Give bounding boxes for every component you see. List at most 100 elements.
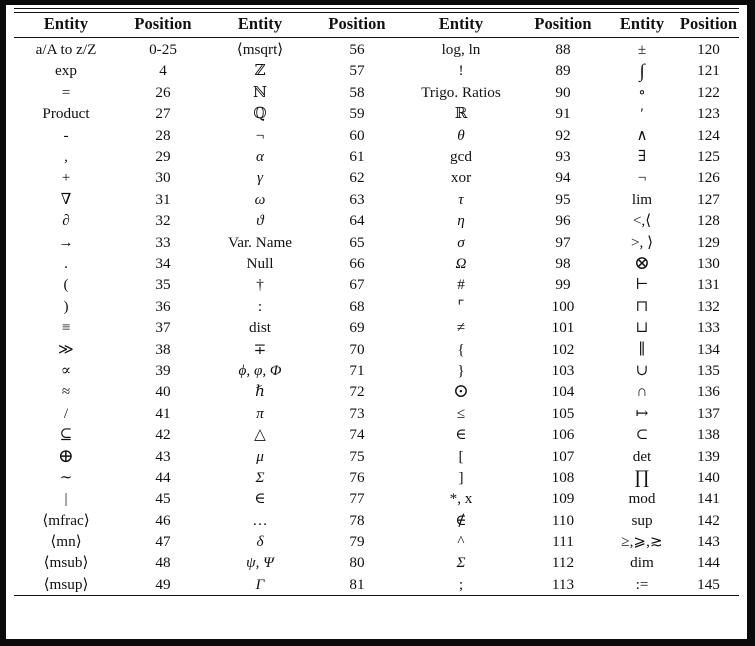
table-row: ⟨mfrac⟩ 46 … 78 ∉ 110 sup 142 bbox=[14, 510, 739, 531]
position-cell: 89 bbox=[555, 62, 571, 80]
entity-cell: <,⟨ bbox=[632, 212, 652, 230]
entity-cell: sup bbox=[631, 511, 653, 529]
entity-cell: ∩ bbox=[636, 383, 648, 401]
table-row: ⟨mn⟩ 47 δ 79 ^ 111 ≥,⩾,≳ 143 bbox=[14, 531, 739, 552]
position-cell: 68 bbox=[349, 297, 365, 315]
position-cell: 57 bbox=[349, 62, 365, 80]
entity-cell: ∝ bbox=[60, 361, 72, 379]
entity-cell: + bbox=[61, 169, 71, 187]
position-cell: 74 bbox=[349, 426, 365, 444]
position-cell: 67 bbox=[349, 276, 365, 294]
position-cell: 111 bbox=[552, 533, 574, 551]
column-header-position-2: Position bbox=[312, 12, 402, 38]
entity-cell: ⊗ bbox=[634, 253, 650, 275]
position-cell: 97 bbox=[555, 233, 571, 251]
column-header-entity-2: Entity bbox=[208, 12, 312, 38]
position-cell: 144 bbox=[697, 554, 720, 572]
position-cell: 120 bbox=[697, 41, 720, 59]
position-cell: 56 bbox=[349, 41, 365, 59]
entity-cell: := bbox=[606, 573, 678, 597]
entity-cell: △ bbox=[254, 426, 266, 444]
table-frame: Entity Position Entity Position Entity P… bbox=[6, 5, 747, 639]
table-body: a/A to z/Z 0-25 ⟨msqrt⟩ 56 log, ln 88 ±120 exp 4… bbox=[14, 38, 739, 597]
position-cell: 71 bbox=[349, 361, 365, 379]
position-cell: 45 bbox=[155, 490, 171, 508]
entity-cell: Var. Name bbox=[227, 233, 293, 251]
position-cell: 49 bbox=[118, 573, 208, 597]
entity-cell: ≡ bbox=[61, 319, 71, 337]
position-cell: 102 bbox=[551, 340, 575, 358]
position-cell: 29 bbox=[155, 148, 171, 166]
position-cell: 129 bbox=[697, 233, 720, 251]
entity-cell: ⊂ bbox=[635, 426, 649, 444]
entity-cell: α bbox=[256, 148, 264, 166]
entity-cell: ) bbox=[63, 297, 69, 315]
table-row: . 34 Null 66 Ω 98 ⊗ 130 bbox=[14, 253, 739, 274]
table-row: - 28 ¬ 60 θ 92 ∧ 124 bbox=[14, 125, 739, 146]
position-cell: 109 bbox=[551, 490, 575, 508]
table-row: = 26 ℕ 58 Trigo. Ratios 90 ∘ 122 bbox=[14, 82, 739, 103]
position-cell: 73 bbox=[349, 404, 365, 422]
entity-cell: γ bbox=[257, 169, 263, 187]
entity-cell: ¬ bbox=[255, 126, 265, 144]
entity-cell: . bbox=[64, 255, 68, 272]
entity-cell: → bbox=[58, 233, 74, 251]
entity-cell: σ bbox=[457, 233, 465, 251]
position-cell: 26 bbox=[155, 83, 171, 101]
position-cell: 132 bbox=[697, 297, 720, 315]
entity-cell: ℏ bbox=[255, 383, 265, 401]
table-row: , 29 α 61 gcd 93 ∃ 125 bbox=[14, 146, 739, 167]
table-row: exp 4 ℤ 57! 89 ∫ 121 bbox=[14, 60, 739, 81]
entity-cell: ℕ bbox=[253, 83, 267, 101]
position-cell: 70 bbox=[349, 340, 365, 358]
table-inner: Entity Position Entity Position Entity P… bbox=[14, 8, 739, 636]
entity-cell: >, ⟩ bbox=[630, 233, 654, 251]
position-cell: 112 bbox=[551, 554, 575, 572]
entity-cell: ∈ bbox=[254, 490, 266, 508]
position-cell: 62 bbox=[349, 169, 365, 187]
entity-cell: *, x bbox=[449, 490, 473, 508]
table-row: ⟨msup⟩ 49 Γ 81; 113:= 145 bbox=[14, 573, 739, 597]
position-cell: 88 bbox=[555, 41, 571, 59]
entity-cell: : bbox=[257, 297, 263, 315]
entity-cell: ⊕ bbox=[58, 445, 74, 467]
position-cell: 36 bbox=[155, 297, 171, 315]
position-cell: 41 bbox=[155, 404, 171, 422]
entity-cell: - bbox=[63, 126, 69, 144]
position-cell: 139 bbox=[697, 447, 720, 465]
entity-cell: ⟨mfrac⟩ bbox=[42, 511, 90, 529]
entity-cell: , bbox=[64, 148, 68, 166]
entity-cell: ψ, Ψ bbox=[246, 554, 274, 572]
position-cell: 100 bbox=[551, 297, 575, 315]
position-cell: 138 bbox=[697, 426, 720, 444]
position-cell: 103 bbox=[551, 361, 575, 379]
column-header-entity-4: Entity bbox=[606, 12, 678, 38]
position-cell: 81 bbox=[312, 573, 402, 597]
entity-cell: ⟨msup⟩ bbox=[14, 573, 118, 597]
entity-cell: δ bbox=[256, 533, 264, 551]
position-cell: 121 bbox=[697, 62, 720, 80]
position-cell: 136 bbox=[697, 383, 720, 401]
entity-cell: ∃ bbox=[637, 148, 647, 166]
column-header-position-1: Position bbox=[118, 12, 208, 38]
column-header-position-3: Position bbox=[520, 12, 606, 38]
position-cell: 110 bbox=[551, 511, 575, 529]
position-cell: 59 bbox=[349, 105, 365, 123]
position-cell: 126 bbox=[697, 169, 720, 187]
position-cell: 101 bbox=[551, 319, 575, 337]
position-cell: 46 bbox=[155, 511, 171, 529]
position-cell: 145 bbox=[678, 573, 739, 597]
position-cell: 131 bbox=[697, 276, 720, 294]
table-row: (35 † 67 #99 ⊢ 131 bbox=[14, 274, 739, 295]
position-cell: 44 bbox=[155, 468, 171, 486]
position-cell: 79 bbox=[349, 533, 365, 551]
entity-cell: ′ bbox=[640, 105, 644, 123]
entity-cell: ⊆ bbox=[59, 426, 73, 444]
entity-cell: ∼ bbox=[59, 468, 73, 486]
column-header-position-4: Position bbox=[678, 12, 739, 38]
entity-cell: ∉ bbox=[455, 511, 467, 529]
table-row: → 33 Var. Name 65 σ 97 >, ⟩ 129 bbox=[14, 232, 739, 253]
entity-cell: / bbox=[63, 404, 69, 422]
entity-cell: ⊙ bbox=[453, 381, 469, 403]
position-cell: 65 bbox=[349, 233, 365, 251]
